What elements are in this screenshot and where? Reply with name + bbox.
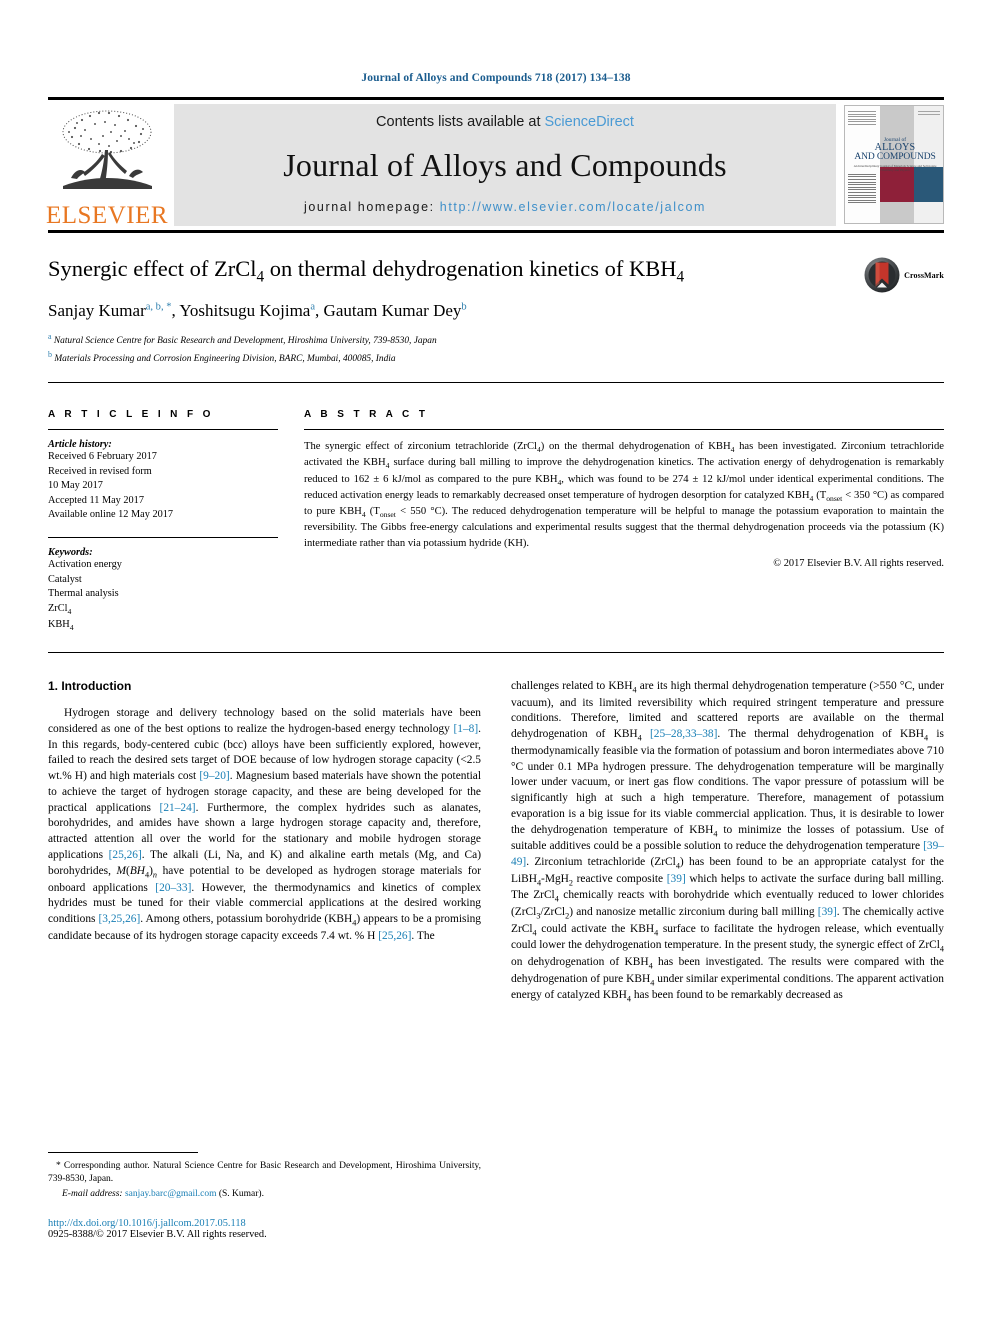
footnote-block: * Corresponding author. Natural Science …	[48, 1152, 481, 1240]
crossmark-label: CrossMark	[904, 270, 944, 280]
journal-homepage-line: journal homepage: http://www.elsevier.co…	[304, 200, 706, 214]
author-name: Yoshitsugu Kojima	[179, 300, 311, 320]
abstract-column: A B S T R A C T The synergic effect of z…	[304, 409, 944, 634]
article-info-column: A R T I C L E I N F O Article history: R…	[48, 409, 278, 634]
info-abstract-row: A R T I C L E I N F O Article history: R…	[48, 409, 944, 634]
article-info-heading: A R T I C L E I N F O	[48, 409, 214, 421]
body-column-left: 1. Introduction Hydrogen storage and del…	[48, 679, 481, 1005]
title-part-2: on thermal dehydrogenation kinetics of K…	[264, 256, 677, 281]
cover-line-3: AND COMPOUNDS	[854, 152, 936, 163]
email-suffix: (S. Kumar).	[218, 1188, 264, 1199]
cover-blue-block	[913, 166, 943, 202]
titleblock-bottom-rule	[48, 382, 944, 384]
title-sub-1: 4	[256, 268, 265, 286]
masthead-center-panel: Contents lists available at ScienceDirec…	[174, 104, 836, 226]
affiliation-item: a Natural Science Centre for Basic Resea…	[48, 331, 944, 348]
intro-paragraph-right: challenges related to KBH4 are its high …	[511, 679, 945, 1004]
elsevier-logo: ELSEVIER	[45, 102, 169, 230]
issn-copyright: 0925-8388/© 2017 Elsevier B.V. All right…	[48, 1229, 267, 1241]
article-info-rule	[48, 429, 278, 431]
cover-topright-lines	[918, 111, 940, 116]
keyword-item: ZrCl4	[48, 602, 72, 616]
history-item: Accepted 11 May 2017	[48, 494, 144, 506]
keyword-item: Catalyst	[48, 573, 82, 585]
elsevier-wordmark: ELSEVIER	[45, 202, 169, 229]
intro-paragraph-left: Hydrogen storage and delivery technology…	[48, 706, 482, 942]
abstract-bottom-rule	[48, 651, 944, 653]
paper-page: Journal of Alloys and Compounds 718 (201…	[0, 0, 992, 1323]
keywords-label: Keywords:	[48, 547, 93, 559]
body-columns: 1. Introduction Hydrogen storage and del…	[48, 679, 944, 1005]
page-title: Synergic effect of ZrCl4 on thermal dehy…	[48, 255, 828, 287]
doi-link[interactable]: http://dx.doi.org/10.1016/j.jallcom.2017…	[48, 1218, 481, 1229]
affiliation-mark: a	[48, 332, 52, 342]
affiliation-item: b Materials Processing and Corrosion Eng…	[48, 349, 944, 366]
journal-cover-thumbnail: Journal of ALLOYS AND COMPOUNDS An Inter…	[844, 105, 944, 224]
email-note: E-mail address: sanjay.barc@gmail.com (S…	[48, 1188, 481, 1201]
journal-masthead: ELSEVIER Contents lists available at Sci…	[45, 97, 944, 233]
history-item: Received 6 February 2017	[48, 451, 157, 463]
author-marks: b	[461, 301, 467, 313]
section-heading-introduction: 1. Introduction	[48, 678, 132, 693]
affiliation-mark: b	[48, 349, 52, 359]
keywords-rule	[48, 537, 278, 539]
keyword-item: Activation energy	[48, 559, 122, 571]
footnote-rule	[48, 1152, 198, 1153]
homepage-url-link[interactable]: http://www.elsevier.com/locate/jalcom	[440, 200, 706, 214]
contents-prefix: Contents lists available at	[376, 114, 545, 130]
keywords-list: Activation energy Catalyst Thermal analy…	[48, 558, 278, 634]
body-column-right: challenges related to KBH4 are its high …	[511, 679, 944, 1005]
email-link[interactable]: sanjay.barc@gmail.com	[125, 1189, 217, 1199]
history-item: 10 May 2017	[48, 480, 103, 492]
history-item: Available online 12 May 2017	[48, 509, 174, 521]
crossmark-icon	[864, 257, 900, 293]
abstract-copyright: © 2017 Elsevier B.V. All rights reserved…	[773, 558, 944, 570]
author-name: Gautam Kumar Dey	[323, 300, 462, 320]
email-label: E-mail address:	[62, 1188, 123, 1199]
author-marks: a, b, *	[145, 301, 172, 313]
cover-title-block: Journal of ALLOYS AND COMPOUNDS An Inter…	[847, 137, 943, 173]
title-block: Synergic effect of ZrCl4 on thermal dehy…	[48, 255, 944, 366]
masthead-top-rule	[48, 97, 944, 100]
article-history-list: Received 6 February 2017 Received in rev…	[48, 450, 278, 523]
author-marks: a	[310, 301, 316, 313]
masthead-bottom-rule	[48, 230, 944, 233]
history-item: Received in revised form	[48, 465, 152, 477]
affiliation-list: a Natural Science Centre for Basic Resea…	[48, 331, 944, 366]
keyword-item: Thermal analysis	[48, 588, 119, 600]
title-part-1: Synergic effect of ZrCl	[48, 256, 257, 281]
doi-block: http://dx.doi.org/10.1016/j.jallcom.2017…	[48, 1218, 481, 1240]
corresponding-author-note: * Corresponding author. Natural Science …	[48, 1161, 481, 1185]
cover-subtitle: An Interdisciplinary Journal of Material…	[853, 164, 937, 173]
journal-title: Journal of Alloys and Compounds	[283, 146, 727, 183]
title-sub-2: 4	[676, 268, 685, 286]
abstract-heading: A B S T R A C T	[304, 409, 429, 421]
cover-lower-lines	[848, 173, 876, 205]
cover-red-block	[880, 166, 914, 202]
author-list: Sanjay Kumara, b, *, Yoshitsugu Kojimaa,…	[48, 300, 467, 320]
crossmark-badge[interactable]: CrossMark	[864, 257, 944, 293]
sciencedirect-link[interactable]: ScienceDirect	[545, 114, 634, 130]
cover-top-lines	[848, 111, 876, 127]
abstract-rule	[304, 429, 944, 431]
homepage-label: journal homepage:	[303, 200, 435, 214]
affiliation-text: Natural Science Centre for Basic Researc…	[53, 336, 437, 347]
keyword-item: KBH4	[48, 618, 74, 632]
elsevier-tree-icon	[62, 110, 152, 189]
author-name: Sanjay Kumar	[48, 300, 146, 320]
contents-list-line: Contents lists available at ScienceDirec…	[376, 114, 634, 130]
abstract-text: The synergic effect of zirconium tetrach…	[304, 441, 945, 549]
affiliation-text: Materials Processing and Corrosion Engin…	[54, 353, 396, 364]
article-history-label: Article history:	[48, 439, 112, 451]
running-head: Journal of Alloys and Compounds 718 (201…	[361, 72, 631, 84]
